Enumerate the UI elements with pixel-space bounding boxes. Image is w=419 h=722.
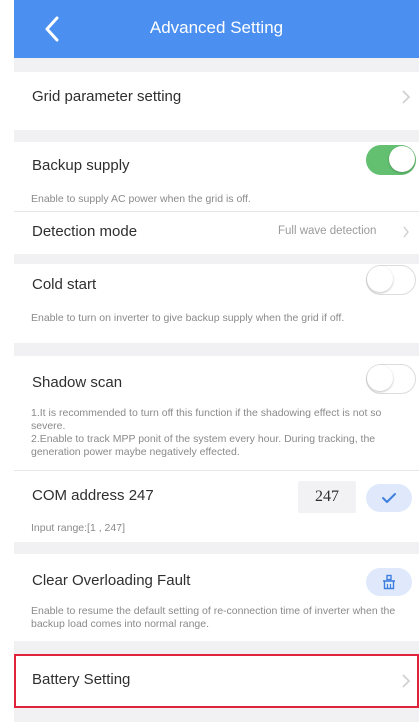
section-gap	[14, 641, 419, 654]
shadow-scan-label: Shadow scan	[32, 374, 123, 391]
divider	[14, 470, 419, 471]
backup-supply-toggle[interactable]	[366, 145, 416, 175]
chevron-right-icon	[402, 90, 411, 104]
cold-start-label: Cold start	[32, 276, 97, 293]
com-address-range: Input range:[1 , 247]	[31, 522, 125, 534]
toggle-knob	[389, 146, 415, 172]
backup-supply-label: Backup supply	[32, 157, 130, 174]
backup-supply-description: Enable to supply AC power when the grid …	[31, 193, 251, 205]
toggle-knob	[367, 365, 393, 391]
battery-setting-label: Battery Setting	[32, 671, 131, 688]
chevron-right-icon	[402, 674, 411, 688]
section-gap	[14, 254, 419, 264]
shadow-scan-description-2: 2.Enable to track MPP ponit of the syste…	[31, 433, 376, 458]
clear-fault-label: Clear Overloading Fault	[32, 572, 191, 589]
section-gap	[14, 708, 419, 722]
detection-mode-value: Full wave detection	[278, 225, 377, 237]
header-bar: Advanced Setting	[14, 0, 419, 58]
checkmark-icon	[382, 493, 396, 503]
clear-icon	[383, 574, 395, 590]
section-gap	[14, 130, 419, 142]
section-gap	[14, 542, 419, 554]
shadow-scan-description-1: 1.It is recommended to turn off this fun…	[31, 407, 382, 432]
com-address-label: COM address 247	[32, 487, 154, 504]
grid-parameter-label: Grid parameter setting	[32, 88, 182, 105]
com-address-input[interactable]: 247	[298, 481, 356, 513]
detection-mode-label: Detection mode	[32, 223, 138, 240]
shadow-scan-toggle[interactable]	[366, 364, 416, 394]
section-gap	[14, 58, 419, 72]
section-gap	[14, 343, 419, 356]
cold-start-toggle[interactable]	[366, 265, 416, 295]
clear-fault-description: Enable to resume the default setting of …	[31, 605, 396, 630]
battery-setting-row[interactable]: Battery Setting	[14, 654, 419, 708]
confirm-button[interactable]	[366, 484, 412, 512]
page-title: Advanced Setting	[149, 18, 284, 37]
clear-fault-button[interactable]	[366, 568, 412, 596]
chevron-right-icon	[403, 226, 409, 238]
cold-start-description: Enable to turn on inverter to give backu…	[31, 312, 345, 324]
toggle-knob	[367, 266, 393, 292]
